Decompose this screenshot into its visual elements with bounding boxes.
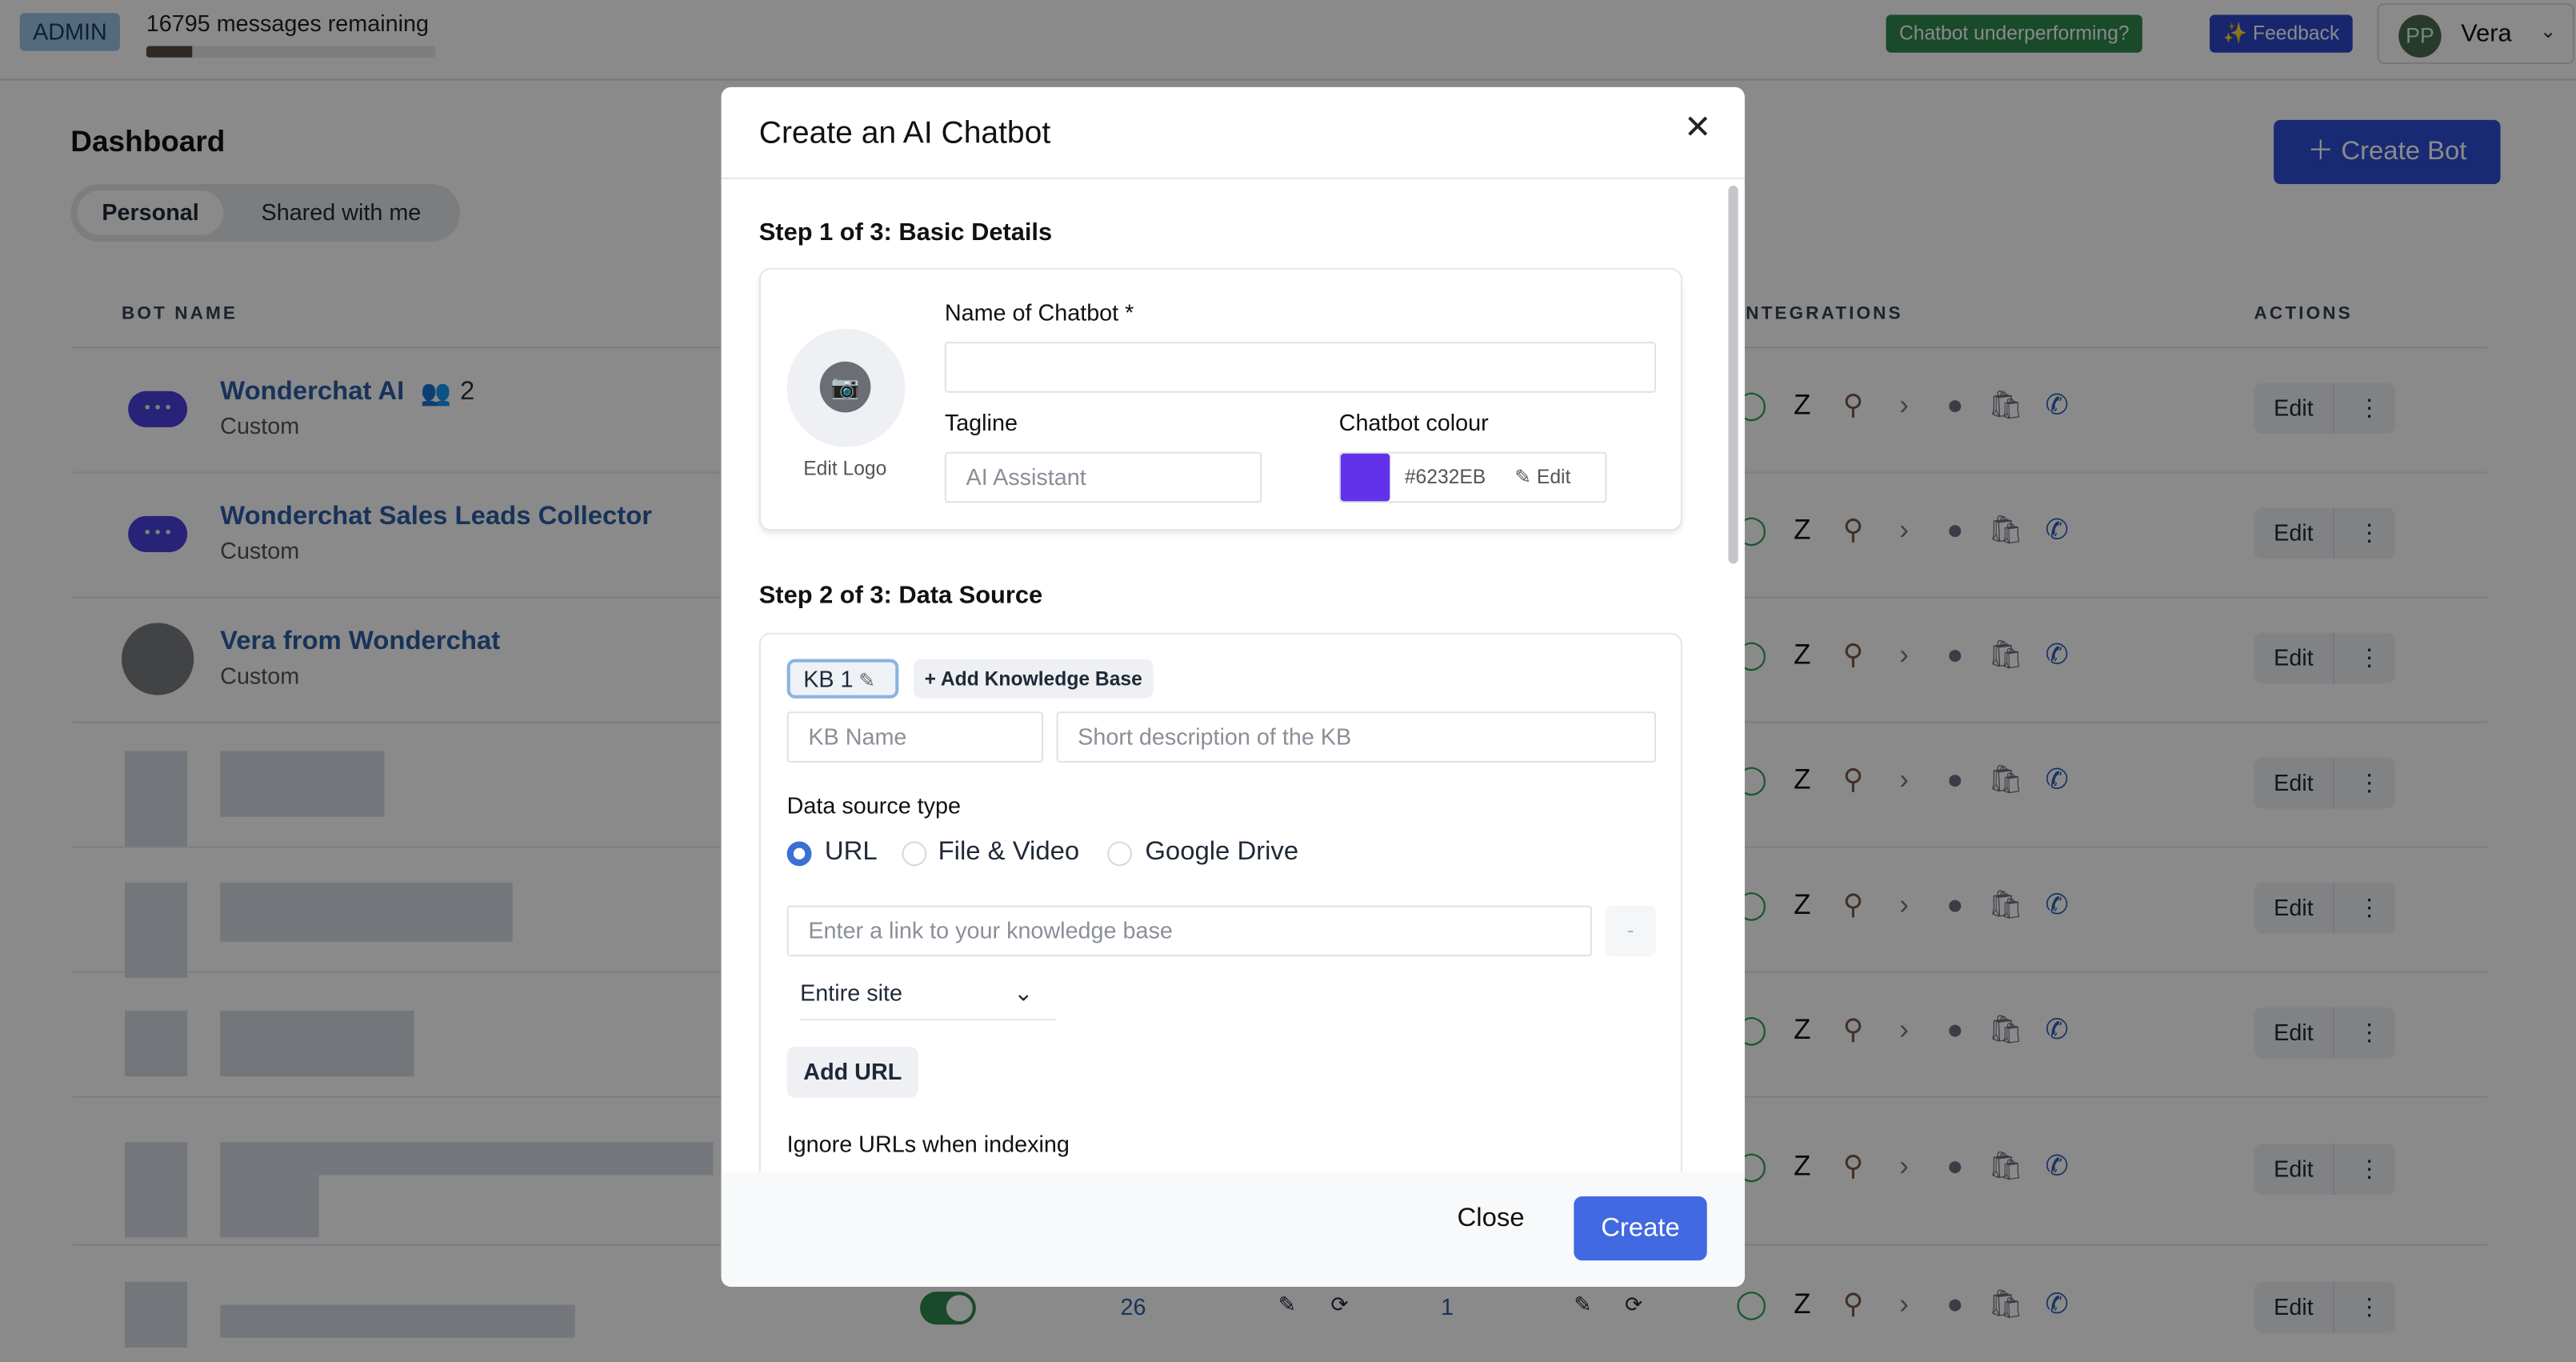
radio-google-drive-label[interactable]: Google Drive bbox=[1145, 838, 1298, 867]
edit-icon: ✎ bbox=[853, 668, 876, 692]
app: ADMIN 16795 messages remaining Chatbot u… bbox=[0, 0, 2576, 1362]
colour-picker[interactable]: #6232EB ✎ Edit bbox=[1338, 451, 1607, 503]
tagline-input[interactable]: AI Assistant bbox=[944, 451, 1262, 503]
step1-title: Step 1 of 3: Basic Details bbox=[758, 218, 1053, 247]
tagline-label: Tagline bbox=[944, 409, 1018, 436]
ignore-urls-label: Ignore URLs when indexing bbox=[786, 1130, 1070, 1157]
create-chatbot-modal: Create an AI Chatbot ✕ Step 1 of 3: Basi… bbox=[721, 86, 1745, 1287]
modal-footer: Close Create bbox=[721, 1172, 1745, 1287]
close-button[interactable]: Close bbox=[1458, 1204, 1525, 1234]
radio-file-video[interactable] bbox=[902, 841, 927, 867]
divider bbox=[721, 177, 1745, 179]
colour-label: Chatbot colour bbox=[1338, 409, 1489, 436]
edit-icon: ✎ bbox=[1514, 465, 1537, 488]
modal-scrollbar[interactable] bbox=[1728, 186, 1738, 564]
data-source-card: KB 1 ✎ + Add Knowledge Base KB Name Shor… bbox=[758, 632, 1682, 1224]
colour-swatch bbox=[1340, 453, 1390, 502]
add-url-button[interactable]: Add URL bbox=[786, 1047, 918, 1098]
step2-title: Step 2 of 3: Data Source bbox=[758, 581, 1043, 610]
remove-url-button[interactable]: - bbox=[1605, 905, 1657, 957]
url-input[interactable]: Enter a link to your knowledge base bbox=[786, 905, 1592, 957]
chevron-down-icon: ⌄ bbox=[1014, 979, 1034, 1006]
kb-name-input[interactable]: KB Name bbox=[786, 711, 1044, 763]
kb-description-input[interactable]: Short description of the KB bbox=[1056, 711, 1657, 763]
add-knowledge-base-button[interactable]: + Add Knowledge Base bbox=[913, 659, 1154, 699]
close-icon[interactable]: ✕ bbox=[1684, 106, 1711, 147]
radio-url[interactable] bbox=[786, 841, 812, 867]
logo-upload[interactable]: 📷 bbox=[786, 328, 906, 447]
camera-icon: 📷 bbox=[819, 361, 871, 413]
source-type-label: Data source type bbox=[786, 791, 962, 819]
edit-logo-label[interactable]: Edit Logo bbox=[803, 457, 886, 480]
basic-details-card: 📷 Edit Logo Name of Chatbot * Tagline AI… bbox=[758, 267, 1682, 531]
chatbot-name-input[interactable] bbox=[944, 342, 1657, 393]
kb-tab[interactable]: KB 1 ✎ bbox=[786, 659, 899, 699]
radio-url-label[interactable]: URL bbox=[825, 838, 878, 867]
radio-file-video-label[interactable]: File & Video bbox=[938, 838, 1080, 867]
crawl-scope-select[interactable]: Entire site ⌄ bbox=[800, 979, 1057, 1021]
name-label: Name of Chatbot * bbox=[944, 298, 1134, 326]
create-button[interactable]: Create bbox=[1574, 1196, 1707, 1261]
colour-hex: #6232EB bbox=[1404, 465, 1486, 488]
radio-google-drive[interactable] bbox=[1107, 841, 1132, 867]
colour-edit-button[interactable]: ✎ Edit bbox=[1514, 465, 1570, 488]
modal-title: Create an AI Chatbot bbox=[758, 116, 1051, 151]
